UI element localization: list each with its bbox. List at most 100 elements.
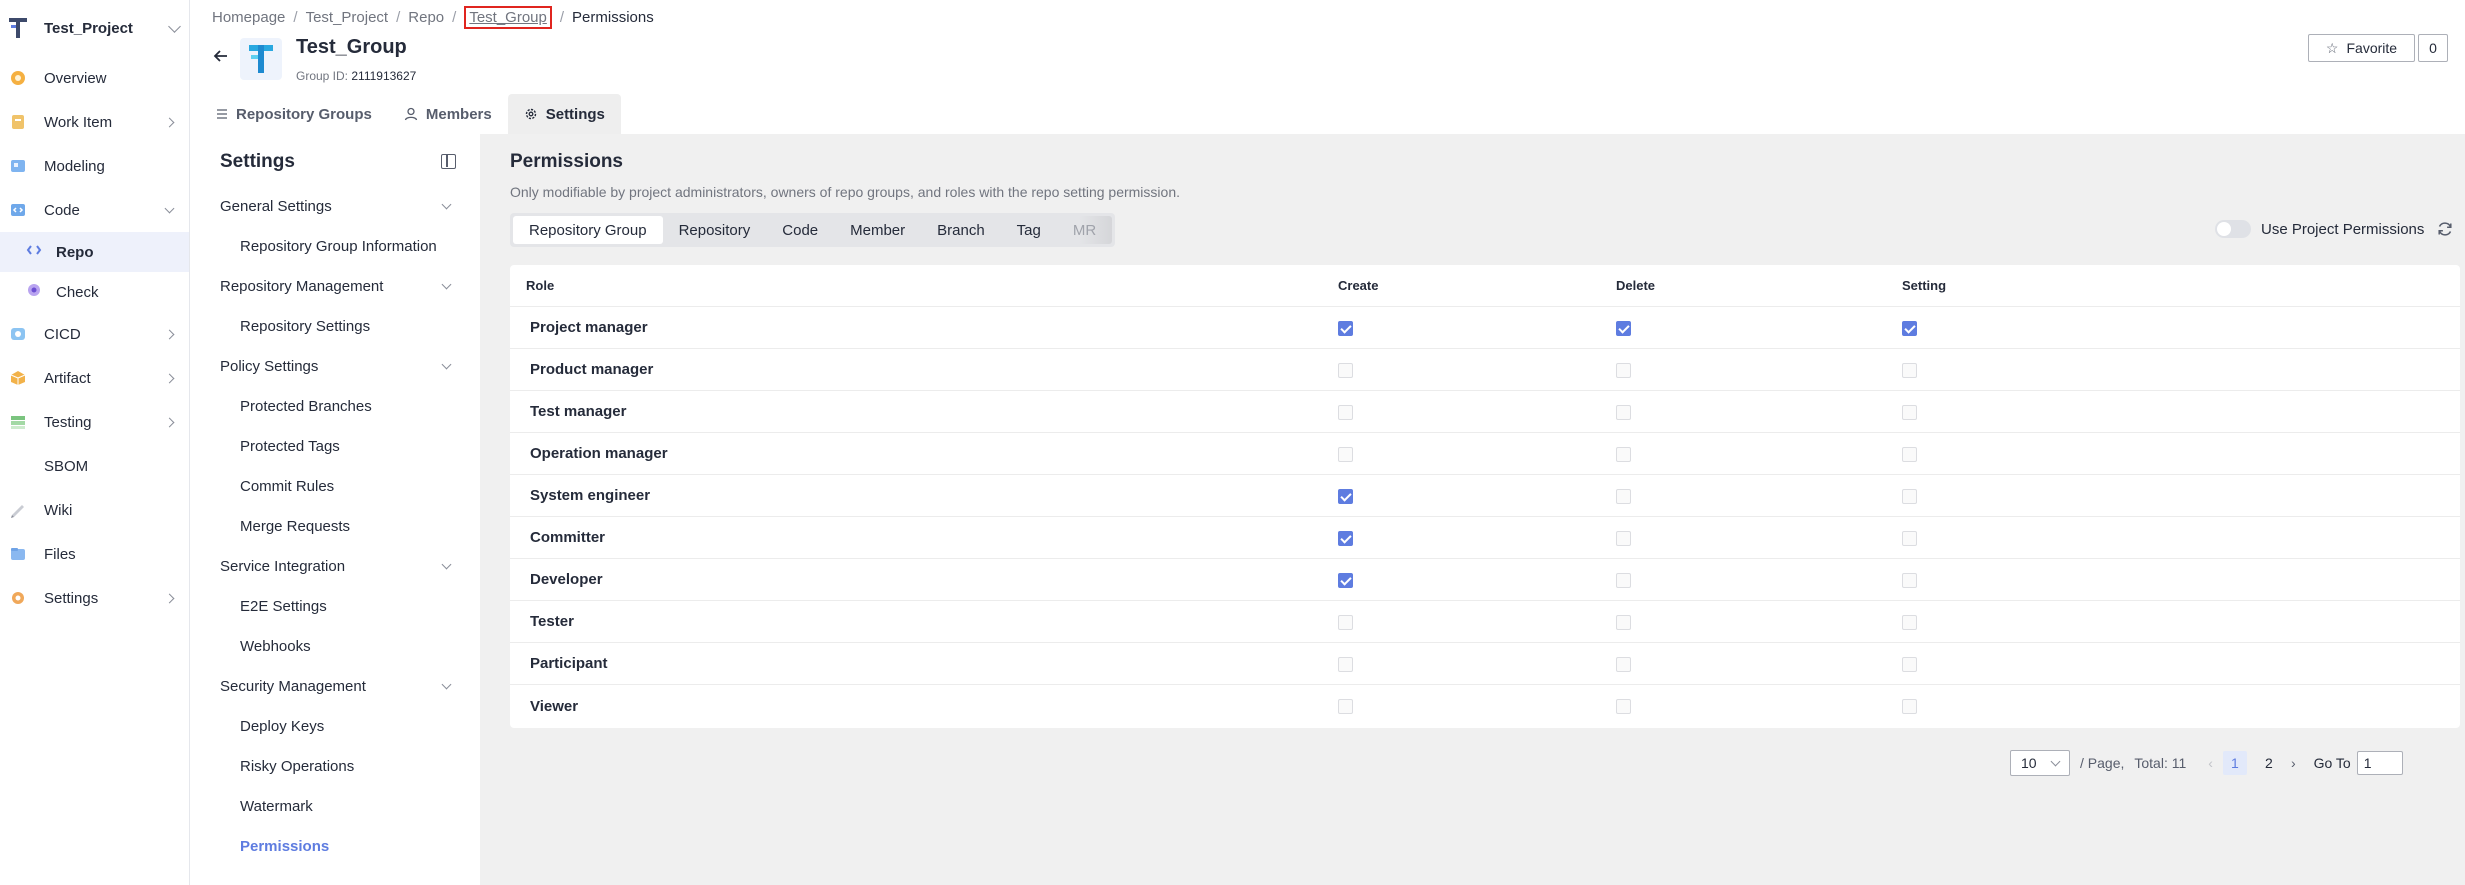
menu-item-merge-requests[interactable]: Merge Requests: [190, 506, 480, 546]
breadcrumb-project[interactable]: Test_Project: [306, 9, 389, 26]
column-header-setting: Setting: [1902, 278, 1947, 293]
column-header-role: Role: [526, 278, 555, 293]
testing-icon: [8, 412, 28, 432]
delete-permission-checkbox: [1616, 530, 1631, 546]
page-size-value: 10: [2021, 755, 2037, 771]
page-size-select[interactable]: 10: [2010, 750, 2070, 776]
refresh-icon[interactable]: [2436, 220, 2454, 238]
breadcrumb-repo[interactable]: Repo: [408, 9, 444, 26]
nav-item-testing[interactable]: Testing: [0, 400, 189, 444]
goto-page-input[interactable]: [2356, 751, 2403, 775]
previous-page-icon[interactable]: ‹: [2208, 755, 2213, 771]
nav-item-label: Modeling: [44, 157, 105, 175]
delete-cell: [1616, 403, 1902, 420]
nav-item-cicd[interactable]: CICD: [0, 312, 189, 356]
page-number[interactable]: 1: [2222, 751, 2247, 775]
nav-item-label: Testing: [44, 413, 92, 431]
project-name: Test_Project: [44, 19, 133, 37]
segment-branch[interactable]: Branch: [921, 216, 1001, 244]
setting-cell: [1902, 361, 2202, 378]
menu-group-service-integration[interactable]: Service Integration: [190, 546, 480, 586]
create-permission-checkbox: [1338, 656, 1353, 672]
nav-item-overview[interactable]: Overview: [0, 56, 189, 100]
project-switcher[interactable]: Test_Project: [0, 0, 189, 56]
segment-code[interactable]: Code: [766, 216, 834, 244]
create-permission-checkbox[interactable]: [1338, 320, 1353, 336]
use-project-permissions: Use Project Permissions: [2215, 220, 2454, 238]
menu-item-permissions[interactable]: Permissions: [190, 826, 480, 866]
nav-item-sbom[interactable]: SBOM: [0, 444, 189, 488]
nav-item-check[interactable]: Check: [0, 272, 189, 312]
nav-item-files[interactable]: Files: [0, 532, 189, 576]
tab-repository-groups[interactable]: Repository Groups: [200, 94, 388, 134]
favorite-button[interactable]: ☆ Favorite: [2308, 34, 2415, 62]
menu-group-repository-management[interactable]: Repository Management: [190, 266, 480, 306]
segment-repository[interactable]: Repository: [663, 216, 767, 244]
breadcrumb-group[interactable]: Test_Group: [464, 5, 552, 29]
nav-item-label: Work Item: [44, 113, 113, 131]
back-arrow-icon[interactable]: [212, 47, 230, 65]
gear-icon: [524, 107, 538, 121]
tab-label: Members: [425, 105, 492, 123]
delete-permission-checkbox[interactable]: [1616, 320, 1631, 336]
menu-group-security-management[interactable]: Security Management: [190, 666, 480, 706]
create-permission-checkbox[interactable]: [1338, 488, 1353, 504]
tab-members[interactable]: Members: [388, 94, 508, 134]
nav-item-settings[interactable]: Settings: [0, 576, 189, 620]
page-number[interactable]: 2: [2257, 751, 2281, 775]
menu-group-label: Repository Management: [220, 277, 384, 295]
menu-group-label: Policy Settings: [220, 357, 319, 375]
nav-item-artifact[interactable]: Artifact: [0, 356, 189, 400]
menu-item-e2e-settings[interactable]: E2E Settings: [190, 586, 480, 626]
table-row: Tester: [510, 601, 2460, 643]
pagination: 10 / Page, Total: 11 ‹ 1 2 › Go To: [2010, 750, 2403, 776]
role-name: System engineer: [530, 487, 651, 504]
role-name: Product manager: [530, 361, 654, 378]
segment-member[interactable]: Member: [834, 216, 921, 244]
delete-cell: [1616, 571, 1902, 588]
menu-item-protected-tags[interactable]: Protected Tags: [190, 426, 480, 466]
menu-item-webhooks[interactable]: Webhooks: [190, 626, 480, 666]
breadcrumb-homepage[interactable]: Homepage: [212, 9, 285, 26]
tab-label: Repository Groups: [236, 105, 372, 123]
create-permission-checkbox[interactable]: [1338, 572, 1353, 588]
segment-tag[interactable]: Tag: [1001, 216, 1057, 244]
nav-item-wiki[interactable]: Wiki: [0, 488, 189, 532]
menu-item-repository-group-information[interactable]: Repository Group Information: [190, 226, 480, 266]
delete-permission-checkbox: [1616, 656, 1631, 672]
favorite-label: Favorite: [2346, 40, 2398, 56]
create-permission-checkbox: [1338, 362, 1353, 378]
menu-item-deploy-keys[interactable]: Deploy Keys: [190, 706, 480, 746]
role-name: Test manager: [530, 403, 627, 420]
table-row: Product manager: [510, 349, 2460, 391]
segment-repository-group[interactable]: Repository Group: [513, 216, 663, 244]
menu-group-policy-settings[interactable]: Policy Settings: [190, 346, 480, 386]
menu-group-general-settings[interactable]: General Settings: [190, 186, 480, 226]
delete-permission-checkbox: [1616, 446, 1631, 462]
nav-item-repo[interactable]: Repo: [0, 232, 189, 272]
segment-mr[interactable]: MR: [1056, 216, 1113, 244]
artifact-icon: [8, 368, 28, 388]
collapse-sidebar-icon[interactable]: [441, 154, 456, 169]
menu-item-commit-rules[interactable]: Commit Rules: [190, 466, 480, 506]
create-cell: [1330, 403, 1616, 420]
use-project-permissions-toggle[interactable]: [2215, 220, 2251, 238]
setting-cell: [1902, 403, 2202, 420]
nav-item-code[interactable]: Code: [0, 188, 189, 232]
setting-permission-checkbox: [1902, 656, 1917, 672]
nav-item-work-item[interactable]: Work Item: [0, 100, 189, 144]
permission-category-tabs: Repository Group Repository Code Member …: [510, 213, 1116, 247]
setting-permission-checkbox[interactable]: [1902, 320, 1917, 336]
menu-item-watermark[interactable]: Watermark: [190, 786, 480, 826]
menu-item-protected-branches[interactable]: Protected Branches: [190, 386, 480, 426]
column-header-create: Create: [1338, 278, 1379, 293]
next-page-icon[interactable]: ›: [2291, 755, 2296, 771]
setting-cell: [1902, 529, 2202, 546]
menu-item-risky-operations[interactable]: Risky Operations: [190, 746, 480, 786]
tab-settings[interactable]: Settings: [507, 94, 621, 134]
favorite-count: 0: [2418, 34, 2448, 62]
menu-item-repository-settings[interactable]: Repository Settings: [190, 306, 480, 346]
create-permission-checkbox[interactable]: [1338, 530, 1353, 546]
nav-item-modeling[interactable]: Modeling: [0, 144, 189, 188]
chevron-down-icon: [168, 19, 181, 33]
